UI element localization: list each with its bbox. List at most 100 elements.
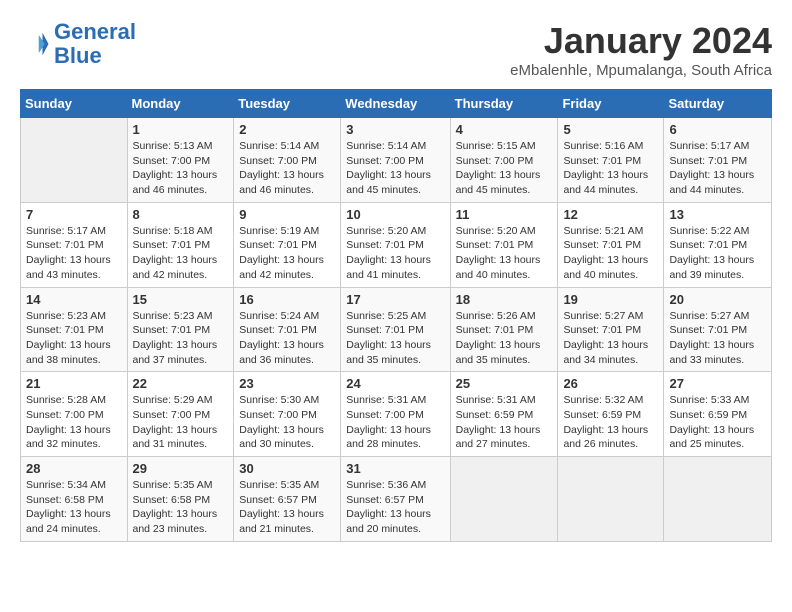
day-detail: Sunrise: 5:29 AM Sunset: 7:00 PM Dayligh… — [133, 393, 229, 452]
day-number: 9 — [239, 207, 335, 222]
day-cell — [558, 457, 664, 542]
day-cell: 27 Sunrise: 5:33 AM Sunset: 6:59 PM Dayli… — [664, 372, 772, 457]
day-detail: Sunrise: 5:16 AM Sunset: 7:01 PM Dayligh… — [563, 139, 658, 198]
week-row-4: 21Sunrise: 5:28 AM Sunset: 7:00 PM Dayli… — [21, 372, 772, 457]
day-detail: Sunrise: 5:31 AM Sunset: 7:00 PM Dayligh… — [346, 393, 444, 452]
day-detail: Sunrise: 5:21 AM Sunset: 7:01 PM Dayligh… — [563, 224, 658, 283]
page-header: General Blue January 2024 eMbalenhle, Mp… — [20, 20, 772, 79]
day-number: 16 — [239, 292, 335, 307]
day-cell: 21Sunrise: 5:28 AM Sunset: 7:00 PM Dayli… — [21, 372, 128, 457]
day-cell: 26 Sunrise: 5:32 AM Sunset: 6:59 PM Dayli… — [558, 372, 664, 457]
weekday-header-monday: Monday — [127, 90, 234, 118]
day-number: 10 — [346, 207, 444, 222]
day-detail: Sunrise: 5:22 AM Sunset: 7:01 PM Dayligh… — [669, 224, 766, 283]
day-number: 11 — [456, 207, 553, 222]
day-detail: Sunrise: 5:23 AM Sunset: 7:01 PM Dayligh… — [26, 309, 122, 368]
day-number: 21 — [26, 376, 122, 391]
day-number: 8 — [133, 207, 229, 222]
day-number: 15 — [133, 292, 229, 307]
day-cell: 25 Sunrise: 5:31 AM Sunset: 6:59 PM Dayli… — [450, 372, 558, 457]
day-number: 7 — [26, 207, 122, 222]
day-number: 17 — [346, 292, 444, 307]
day-cell: 31Sunrise: 5:36 AM Sunset: 6:57 PM Dayli… — [341, 457, 450, 542]
day-detail: Sunrise: 5:25 AM Sunset: 7:01 PM Dayligh… — [346, 309, 444, 368]
week-row-2: 7Sunrise: 5:17 AM Sunset: 7:01 PM Daylig… — [21, 202, 772, 287]
day-cell: 8 Sunrise: 5:18 AM Sunset: 7:01 PM Daylig… — [127, 202, 234, 287]
day-detail: Sunrise: 5:14 AM Sunset: 7:00 PM Dayligh… — [239, 139, 335, 198]
day-cell: 12 Sunrise: 5:21 AM Sunset: 7:01 PM Dayli… — [558, 202, 664, 287]
day-number: 26 — [563, 376, 658, 391]
day-number: 22 — [133, 376, 229, 391]
day-cell: 2 Sunrise: 5:14 AM Sunset: 7:00 PM Daylig… — [234, 118, 341, 203]
day-detail: Sunrise: 5:18 AM Sunset: 7:01 PM Dayligh… — [133, 224, 229, 283]
calendar-table: SundayMondayTuesdayWednesdayThursdayFrid… — [20, 89, 772, 542]
day-cell: 28Sunrise: 5:34 AM Sunset: 6:58 PM Dayli… — [21, 457, 128, 542]
week-row-3: 14Sunrise: 5:23 AM Sunset: 7:01 PM Dayli… — [21, 287, 772, 372]
day-cell: 24 Sunrise: 5:31 AM Sunset: 7:00 PM Dayli… — [341, 372, 450, 457]
weekday-header-saturday: Saturday — [664, 90, 772, 118]
day-number: 2 — [239, 122, 335, 137]
day-cell: 30 Sunrise: 5:35 AM Sunset: 6:57 PM Dayli… — [234, 457, 341, 542]
day-detail: Sunrise: 5:30 AM Sunset: 7:00 PM Dayligh… — [239, 393, 335, 452]
day-cell: 29Sunrise: 5:35 AM Sunset: 6:58 PM Dayli… — [127, 457, 234, 542]
day-detail: Sunrise: 5:32 AM Sunset: 6:59 PM Dayligh… — [563, 393, 658, 452]
day-number: 5 — [563, 122, 658, 137]
day-detail: Sunrise: 5:15 AM Sunset: 7:00 PM Dayligh… — [456, 139, 553, 198]
day-number: 25 — [456, 376, 553, 391]
location: eMbalenhle, Mpumalanga, South Africa — [510, 62, 772, 79]
day-number: 20 — [669, 292, 766, 307]
day-number: 19 — [563, 292, 658, 307]
day-number: 6 — [669, 122, 766, 137]
day-cell: 17 Sunrise: 5:25 AM Sunset: 7:01 PM Dayli… — [341, 287, 450, 372]
day-detail: Sunrise: 5:24 AM Sunset: 7:01 PM Dayligh… — [239, 309, 335, 368]
weekday-header-row: SundayMondayTuesdayWednesdayThursdayFrid… — [21, 90, 772, 118]
day-detail: Sunrise: 5:20 AM Sunset: 7:01 PM Dayligh… — [456, 224, 553, 283]
day-detail: Sunrise: 5:27 AM Sunset: 7:01 PM Dayligh… — [669, 309, 766, 368]
day-detail: Sunrise: 5:31 AM Sunset: 6:59 PM Dayligh… — [456, 393, 553, 452]
day-number: 24 — [346, 376, 444, 391]
day-detail: Sunrise: 5:33 AM Sunset: 6:59 PM Dayligh… — [669, 393, 766, 452]
day-number: 12 — [563, 207, 658, 222]
day-number: 29 — [133, 461, 229, 476]
day-detail: Sunrise: 5:26 AM Sunset: 7:01 PM Dayligh… — [456, 309, 553, 368]
day-cell: 23 Sunrise: 5:30 AM Sunset: 7:00 PM Dayli… — [234, 372, 341, 457]
day-detail: Sunrise: 5:19 AM Sunset: 7:01 PM Dayligh… — [239, 224, 335, 283]
weekday-header-sunday: Sunday — [21, 90, 128, 118]
week-row-1: 1 Sunrise: 5:13 AM Sunset: 7:00 PM Daylig… — [21, 118, 772, 203]
day-cell: 7Sunrise: 5:17 AM Sunset: 7:01 PM Daylig… — [21, 202, 128, 287]
day-detail: Sunrise: 5:13 AM Sunset: 7:00 PM Dayligh… — [133, 139, 229, 198]
month-title: January 2024 — [510, 20, 772, 62]
day-cell: 1 Sunrise: 5:13 AM Sunset: 7:00 PM Daylig… — [127, 118, 234, 203]
day-cell: 14Sunrise: 5:23 AM Sunset: 7:01 PM Dayli… — [21, 287, 128, 372]
day-number: 23 — [239, 376, 335, 391]
day-cell — [664, 457, 772, 542]
day-detail: Sunrise: 5:27 AM Sunset: 7:01 PM Dayligh… — [563, 309, 658, 368]
day-detail: Sunrise: 5:14 AM Sunset: 7:00 PM Dayligh… — [346, 139, 444, 198]
day-cell: 9 Sunrise: 5:19 AM Sunset: 7:01 PM Daylig… — [234, 202, 341, 287]
day-cell: 10 Sunrise: 5:20 AM Sunset: 7:01 PM Dayli… — [341, 202, 450, 287]
day-number: 4 — [456, 122, 553, 137]
day-number: 1 — [133, 122, 229, 137]
day-number: 18 — [456, 292, 553, 307]
day-cell: 11 Sunrise: 5:20 AM Sunset: 7:01 PM Dayli… — [450, 202, 558, 287]
day-cell — [21, 118, 128, 203]
week-row-5: 28Sunrise: 5:34 AM Sunset: 6:58 PM Dayli… — [21, 457, 772, 542]
day-cell: 5 Sunrise: 5:16 AM Sunset: 7:01 PM Daylig… — [558, 118, 664, 203]
day-cell: 6Sunrise: 5:17 AM Sunset: 7:01 PM Daylig… — [664, 118, 772, 203]
title-area: January 2024 eMbalenhle, Mpumalanga, Sou… — [510, 20, 772, 79]
day-detail: Sunrise: 5:23 AM Sunset: 7:01 PM Dayligh… — [133, 309, 229, 368]
day-detail: Sunrise: 5:20 AM Sunset: 7:01 PM Dayligh… — [346, 224, 444, 283]
day-detail: Sunrise: 5:34 AM Sunset: 6:58 PM Dayligh… — [26, 478, 122, 537]
day-cell: 18 Sunrise: 5:26 AM Sunset: 7:01 PM Dayli… — [450, 287, 558, 372]
day-cell: 13Sunrise: 5:22 AM Sunset: 7:01 PM Dayli… — [664, 202, 772, 287]
weekday-header-tuesday: Tuesday — [234, 90, 341, 118]
weekday-header-wednesday: Wednesday — [341, 90, 450, 118]
logo: General Blue — [20, 20, 136, 68]
day-number: 3 — [346, 122, 444, 137]
day-cell: 19 Sunrise: 5:27 AM Sunset: 7:01 PM Dayli… — [558, 287, 664, 372]
day-number: 27 — [669, 376, 766, 391]
day-detail: Sunrise: 5:35 AM Sunset: 6:57 PM Dayligh… — [239, 478, 335, 537]
day-number: 30 — [239, 461, 335, 476]
day-number: 31 — [346, 461, 444, 476]
day-cell: 22 Sunrise: 5:29 AM Sunset: 7:00 PM Dayli… — [127, 372, 234, 457]
